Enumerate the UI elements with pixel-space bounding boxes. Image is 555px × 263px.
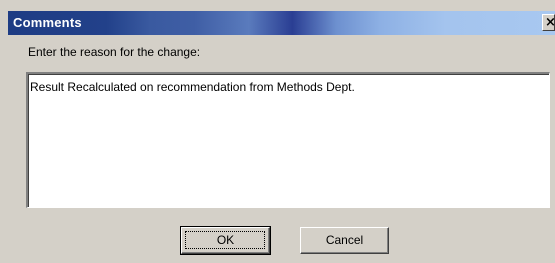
cancel-button[interactable]: Cancel <box>300 227 389 254</box>
reason-prompt-label: Enter the reason for the change: <box>28 45 201 59</box>
comments-dialog: Comments × Enter the reason for the chan… <box>0 0 555 263</box>
close-button[interactable]: × <box>542 14 555 31</box>
comment-text: Result Recalculated on recommendation fr… <box>30 80 355 94</box>
comment-textarea[interactable]: Result Recalculated on recommendation fr… <box>26 72 550 208</box>
close-icon: × <box>545 15 555 30</box>
focus-rectangle <box>185 231 265 249</box>
ok-button[interactable]: OK <box>180 226 271 255</box>
window-title: Comments <box>13 15 82 30</box>
cancel-button-label: Cancel <box>325 233 364 247</box>
title-bar[interactable]: Comments × <box>8 11 555 35</box>
